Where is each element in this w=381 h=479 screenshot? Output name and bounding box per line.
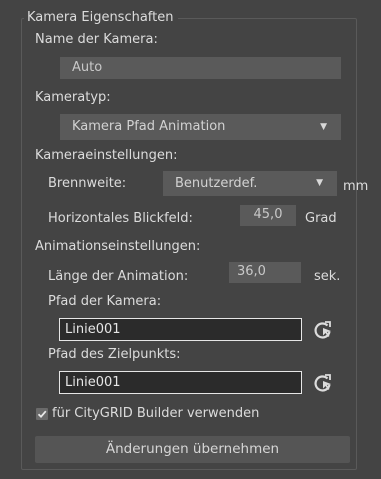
focal-length-label: Brennweite:	[48, 176, 127, 191]
animation-length-label: Länge der Animation:	[48, 269, 189, 284]
camera-type-selected: Kamera Pfad Animation	[72, 119, 226, 134]
focal-length-dropdown[interactable]: Benutzerdef. ▼	[163, 171, 337, 196]
pick-target-path-button[interactable]	[311, 371, 335, 395]
fov-label: Horizontales Blickfeld:	[48, 211, 193, 226]
camera-name-field[interactable]: Auto	[60, 57, 341, 79]
camera-path-label: Pfad der Kamera:	[48, 294, 162, 309]
camera-name-label: Name der Kamera:	[35, 32, 158, 47]
chevron-down-icon: ▼	[320, 122, 327, 132]
pick-camera-path-button[interactable]	[311, 318, 335, 342]
citygrid-checkbox-label: für CityGRID Builder verwenden	[52, 406, 260, 421]
fov-unit: Grad	[305, 211, 337, 226]
camera-settings-section-label: Kameraeinstellungen:	[35, 148, 178, 163]
group-title: Kamera Eigenschaften	[24, 10, 178, 26]
target-path-field[interactable]: Linie001	[59, 371, 302, 394]
checkmark-icon	[37, 410, 47, 419]
camera-path-field[interactable]: Linie001	[59, 318, 302, 341]
pick-object-icon	[314, 321, 331, 339]
focal-length-selected: Benutzerdef.	[175, 176, 258, 191]
focal-length-unit: mm	[343, 179, 369, 194]
camera-type-dropdown[interactable]: Kamera Pfad Animation ▼	[60, 114, 341, 140]
camera-type-label: Kameratyp:	[35, 90, 111, 105]
target-path-label: Pfad des Zielpunkts:	[48, 347, 181, 362]
camera-properties-panel: Kamera Eigenschaften Name der Kamera: Au…	[0, 0, 381, 479]
animation-settings-section-label: Animationseinstellungen:	[35, 239, 201, 254]
animation-length-unit: sek.	[314, 269, 341, 284]
fov-spinner[interactable]: 45,0	[240, 205, 296, 226]
animation-length-spinner[interactable]: 36,0	[229, 262, 301, 283]
apply-changes-button[interactable]: Änderungen übernehmen	[35, 436, 350, 463]
citygrid-checkbox[interactable]	[36, 408, 48, 420]
pick-object-icon	[314, 374, 331, 392]
chevron-down-icon: ▼	[316, 178, 323, 188]
